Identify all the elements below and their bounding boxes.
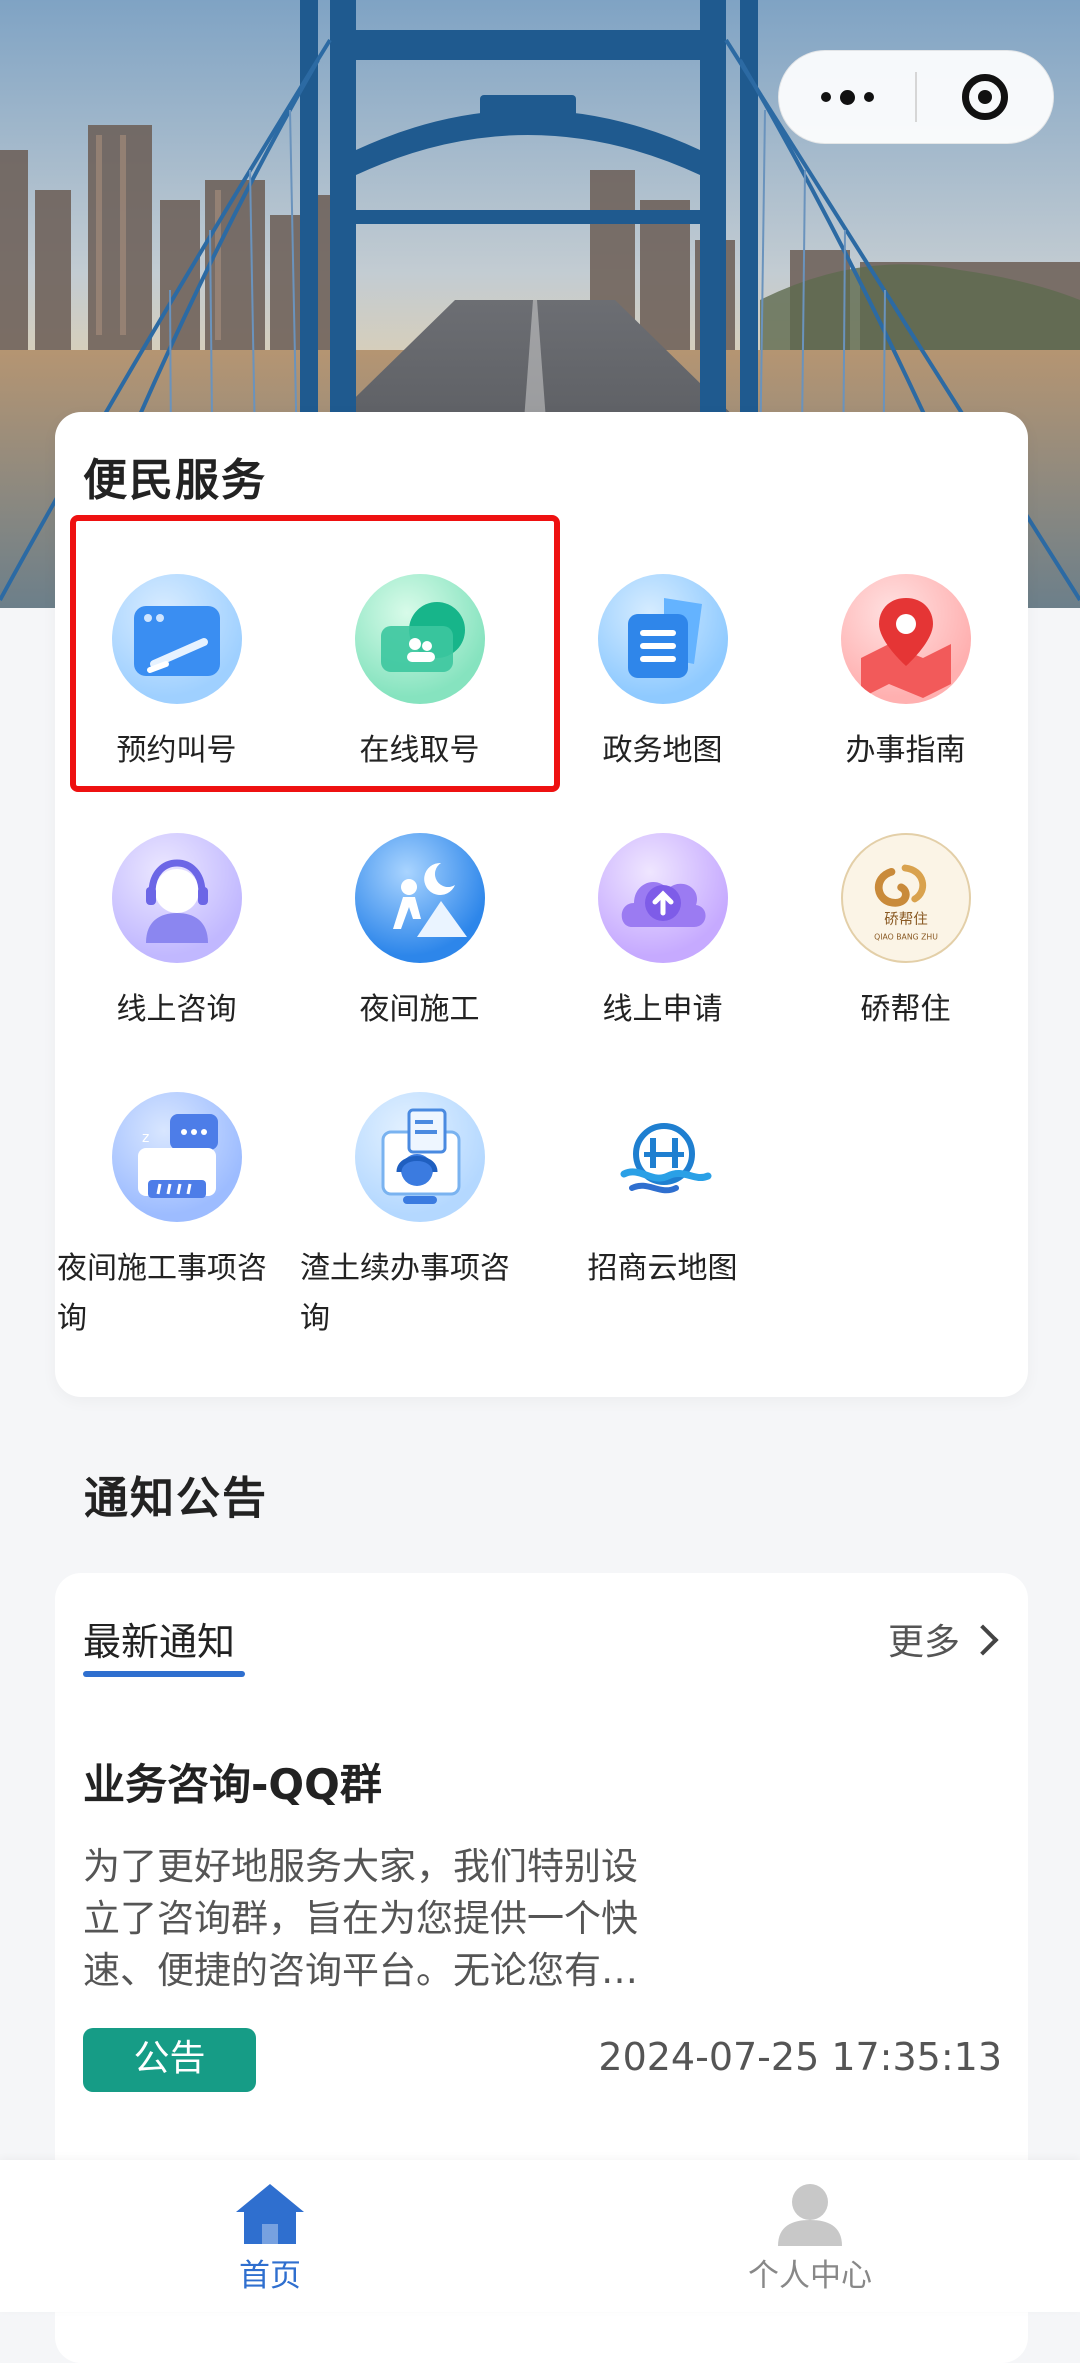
tab-latest-notice[interactable]: 最新通知 (83, 1611, 235, 1666)
service-label: 线上咨询 (116, 992, 237, 1027)
service-label: 政务地图 (602, 733, 723, 768)
close-miniprogram-button[interactable] (917, 51, 1053, 143)
notice-item-title[interactable]: 业务咨询-QQ群 (83, 1751, 382, 1812)
tab-profile[interactable]: 个人中心 (540, 2160, 1080, 2312)
service-item-night-construction-consult[interactable]: z 夜间施工事项咨询 (55, 1092, 298, 1344)
more-menu-button[interactable] (779, 51, 915, 143)
tab-home[interactable]: 首页 (0, 2160, 540, 2312)
cloud-upload-icon (597, 833, 728, 963)
tab-profile-label: 个人中心 (748, 2258, 872, 2294)
service-item-qiaobangzhu[interactable]: 硚帮住 QIAO BANG ZHU 硚帮住 (784, 833, 1027, 1035)
service-label: 硚帮住 (860, 992, 951, 1027)
tab-home-label: 首页 (239, 2258, 301, 2294)
service-section-title: 便民服务 (83, 455, 267, 506)
svg-text:硚帮住: 硚帮住 (884, 911, 928, 928)
service-label: 线上申请 (602, 992, 723, 1027)
service-label: 招商云地图 (587, 1251, 738, 1286)
tab-underline (83, 1671, 245, 1677)
notice-item-body[interactable]: 为了更好地服务大家，我们特别设立了咨询群，旨在为您提供一个快速、便捷的咨询平台。… (83, 1841, 673, 1997)
user-icon (778, 2184, 842, 2246)
notice-section-title: 通知公告 (84, 1473, 268, 1524)
more-label: 更多 (887, 1622, 960, 1663)
chat-printer-icon: z (111, 1092, 242, 1222)
notice-type-badge: 公告 (83, 2028, 256, 2092)
service-item-online-apply[interactable]: 线上申请 (541, 833, 784, 1035)
service-item-night-construction[interactable]: 夜间施工 (298, 833, 541, 1035)
service-label: 夜间施工 (359, 992, 480, 1027)
miniprogram-capsule (778, 50, 1054, 144)
location-pin-icon (840, 574, 971, 704)
service-label: 夜间施工事项咨询 (57, 1251, 267, 1336)
customer-service-icon (111, 833, 242, 963)
highlight-box (70, 515, 560, 792)
service-item-investment-map[interactable]: 招商云地图 (541, 1092, 784, 1294)
svg-text:QIAO BANG ZHU: QIAO BANG ZHU (874, 933, 938, 942)
close-target-icon (962, 74, 1008, 120)
chevron-right-icon (967, 1624, 999, 1656)
service-item-muck-consult[interactable]: 渣土续办事项咨询 (298, 1092, 541, 1344)
service-item-gov-map[interactable]: 政务地图 (541, 574, 784, 776)
bridge-wave-logo (597, 1092, 728, 1222)
document-map-icon (597, 574, 728, 704)
more-link[interactable]: 更多 (887, 1613, 999, 1665)
more-dots-icon (820, 89, 874, 105)
home-icon (236, 2184, 304, 2244)
night-construction-icon (354, 833, 485, 963)
service-item-guide[interactable]: 办事指南 (784, 574, 1027, 776)
bottom-tab-bar: 首页 个人中心 (0, 2160, 1080, 2312)
service-label: 办事指南 (845, 733, 966, 768)
svg-text:z: z (142, 1130, 149, 1146)
qiao-bang-zhu-logo: 硚帮住 QIAO BANG ZHU (840, 833, 971, 963)
notice-datetime: 2024-07-25 17:35:13 (598, 2035, 1002, 2079)
service-item-online-consult[interactable]: 线上咨询 (55, 833, 298, 1035)
service-label: 渣土续办事项咨询 (300, 1251, 510, 1336)
headset-document-icon (354, 1092, 485, 1222)
